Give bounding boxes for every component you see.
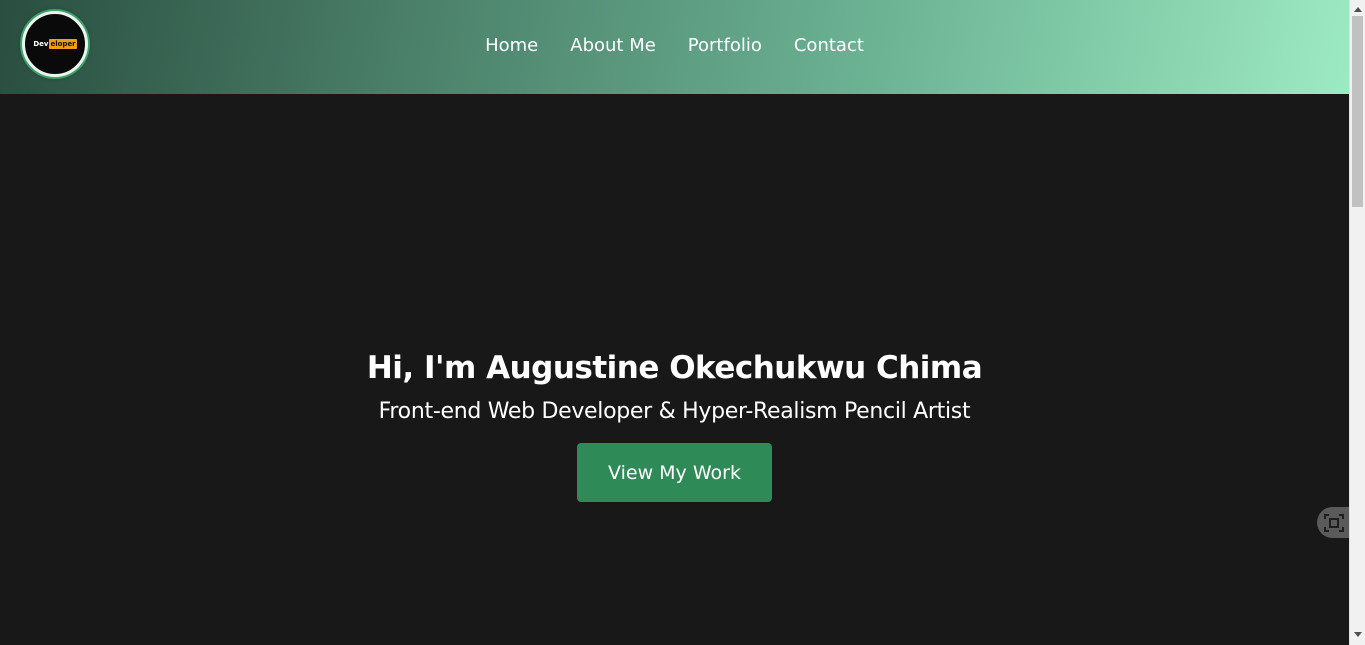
scrollbar-thumb[interactable]	[1352, 16, 1363, 207]
triangle-down-icon	[1353, 632, 1362, 637]
nav-link-about-me[interactable]: About Me	[570, 35, 656, 56]
nav-link-contact[interactable]: Contact	[794, 35, 864, 56]
screenshot-capture-icon	[1324, 513, 1344, 532]
view-my-work-button[interactable]: View My Work	[577, 443, 772, 502]
hero-heading: Hi, I'm Augustine Okechukwu Chima	[366, 350, 983, 386]
floating-capture-button[interactable]	[1317, 507, 1349, 538]
hero-section: Hi, I'm Augustine Okechukwu Chima Front-…	[0, 94, 1349, 645]
hero-subheading: Front-end Web Developer & Hyper-Realism …	[378, 399, 971, 424]
nav-link-portfolio[interactable]: Portfolio	[688, 35, 762, 56]
nav-link-home[interactable]: Home	[485, 35, 538, 56]
main-nav: Home About Me Portfolio Contact	[0, 0, 1349, 90]
scroll-up-button[interactable]	[1350, 2, 1365, 16]
triangle-up-icon	[1353, 7, 1362, 12]
page: Dev eloper Home About Me Portfolio Contac…	[0, 0, 1365, 645]
scroll-down-button[interactable]	[1350, 628, 1365, 642]
browser-viewport: Dev eloper Home About Me Portfolio Contac…	[0, 0, 1349, 645]
vertical-scrollbar[interactable]	[1349, 0, 1365, 645]
site-header: Dev eloper Home About Me Portfolio Contac…	[0, 0, 1349, 94]
